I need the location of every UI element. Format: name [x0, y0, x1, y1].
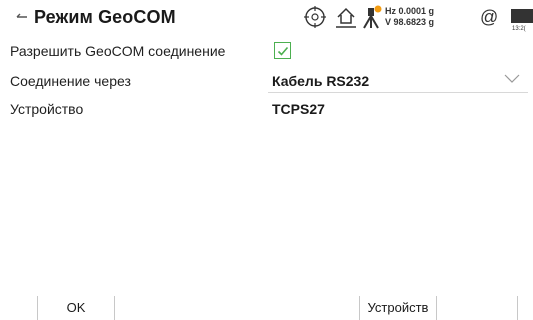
footer-divider — [517, 296, 518, 320]
back-button[interactable] — [14, 10, 30, 26]
tripod-icon[interactable] — [359, 4, 383, 35]
at-icon[interactable]: @ — [480, 7, 498, 28]
battery-time: 13:2( — [512, 26, 526, 32]
ok-button-label: OK — [66, 299, 86, 315]
chevron-down-icon — [504, 74, 520, 83]
hz-readout: Hz 0.0001 g — [385, 6, 435, 16]
home-level-icon[interactable] — [334, 5, 358, 34]
header-bar: Режим GeoCOM Hz 0.0001 g V 98.6823 g @ 1… — [0, 0, 533, 36]
footer-divider — [436, 296, 437, 320]
footer-bar: OK Устройств — [0, 294, 533, 320]
select-underline — [268, 92, 528, 93]
footer-divider — [114, 296, 115, 320]
back-arrow-icon — [16, 13, 27, 18]
connection-select[interactable]: Кабель RS232 — [268, 69, 528, 93]
v-readout: V 98.6823 g — [385, 17, 435, 27]
connection-value: Кабель RS232 — [272, 73, 370, 89]
allow-geocom-label: Разрешить GeoCOM соединение — [10, 43, 226, 59]
ok-button[interactable]: OK — [38, 294, 114, 320]
connection-label: Соединение через — [10, 73, 131, 89]
angle-readout: Hz 0.0001 g V 98.6823 g — [385, 6, 434, 28]
device-value: TCPS27 — [272, 101, 325, 117]
page-title: Режим GeoCOM — [34, 7, 176, 27]
checkmark-icon — [277, 46, 288, 56]
devices-button[interactable]: Устройств — [360, 294, 436, 320]
device-label: Устройство — [10, 101, 84, 117]
target-icon[interactable] — [303, 5, 327, 34]
devices-button-label: Устройств — [367, 299, 429, 315]
allow-geocom-checkbox[interactable] — [274, 42, 291, 59]
